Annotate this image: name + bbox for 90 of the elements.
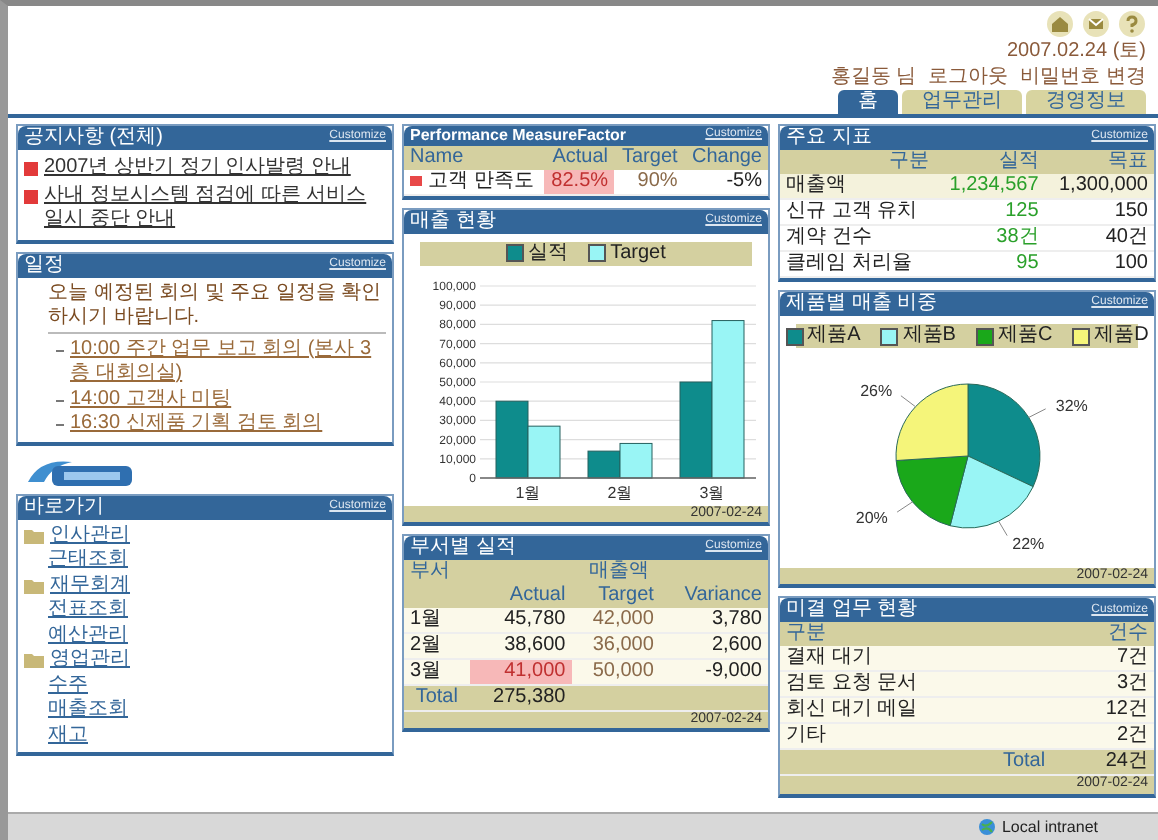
tab[interactable]: 업무관리 (902, 90, 1022, 114)
legend-label: 제품D (1094, 324, 1149, 348)
tab[interactable]: 홈 (838, 90, 898, 114)
panel-title: Performance MeasureFactor (410, 126, 627, 146)
link-group[interactable]: 영업관리 (50, 648, 130, 673)
folder-icon (24, 527, 44, 544)
table-cell: -5% (683, 169, 768, 195)
table-cell: 1월 (404, 607, 470, 633)
legend-label: 제품A (807, 324, 861, 348)
column-header: 목표 (1044, 150, 1154, 174)
table-cell: 36,000 (571, 632, 660, 659)
schedule-link[interactable]: 10:00 주간 업무 보고 회의 (본사 3층 대회의실) (70, 337, 386, 387)
axis-label: 3월 (698, 483, 724, 502)
panel-title: 주요 지표 (786, 126, 872, 150)
table-row[interactable]: 계약 건수 38건 40건 (780, 225, 1154, 251)
table-row[interactable]: 매출액 1,234,567 1,300,000 (780, 174, 1154, 199)
panel-title: 제품별 매출 비중 (786, 292, 938, 316)
table-cell: 45,780 (469, 607, 572, 633)
folder-icon (24, 577, 44, 594)
column-header: 건수 (1051, 622, 1154, 647)
quick-link[interactable]: 전표조회 (48, 598, 128, 623)
column-header: Target (614, 145, 684, 170)
mail-icon[interactable] (1082, 10, 1110, 38)
schedule-link[interactable]: 14:00 고객사 미팅 (70, 387, 232, 412)
table-cell: 82.5% (543, 169, 615, 195)
table-cell: 2월 (404, 632, 470, 659)
legend-label: 실적 (528, 241, 569, 266)
column-header: 실적 (935, 150, 1045, 174)
panel-title: 공지사항 (전체) (24, 126, 163, 150)
table-cell: 2,600 (659, 632, 768, 659)
folder-icon (24, 652, 44, 669)
schedule-link[interactable]: 16:30 신제품 기획 검토 회의 (70, 412, 323, 437)
table-cell: 38,600 (469, 632, 572, 659)
link-group[interactable]: 인사관리 (50, 523, 130, 548)
column-header: Name (404, 145, 544, 170)
axis-label: 1월 (514, 483, 540, 502)
column-header: Actual (469, 583, 572, 608)
table-row[interactable]: 클레임 처리율 95 100 (780, 251, 1154, 277)
column-header: 구분 (780, 622, 1052, 647)
notice-link[interactable]: 2007년 상반기 정기 인사발령 안내 (44, 156, 351, 181)
data-label: 20% (854, 509, 887, 528)
flag-icon (410, 175, 422, 186)
column-header: 매출액 (469, 559, 768, 584)
quick-link[interactable]: 근태조회 (48, 548, 128, 573)
quick-link[interactable]: 재고 (48, 723, 88, 748)
table-cell: 3,780 (659, 607, 768, 633)
legend-label: Target (610, 241, 666, 266)
total-label: Total (404, 684, 470, 711)
table-cell: 90% (614, 169, 684, 195)
quick-link[interactable]: 매출조회 (48, 698, 128, 723)
header-link[interactable]: 홍길동 님 (830, 66, 917, 90)
zone-text: Local intranet (1001, 817, 1098, 837)
bar (618, 442, 652, 478)
home-icon[interactable] (1046, 10, 1074, 38)
tab[interactable]: 경영정보 (1026, 90, 1146, 114)
table-row[interactable]: 신규 고객 유치 125 150 (780, 199, 1154, 225)
pie-slice (894, 383, 968, 461)
panel-title: 부서별 실적 (410, 535, 516, 560)
header-link[interactable]: 로그아웃 (928, 66, 1009, 90)
quick-link[interactable]: 수주 (48, 673, 88, 698)
help-icon[interactable] (1118, 10, 1146, 38)
header-link[interactable]: 비밀번호 변경 (1020, 66, 1146, 90)
panel-title: 미결 업무 현황 (786, 598, 918, 623)
data-label: 32% (1054, 396, 1087, 415)
axis-label: 2월 (606, 483, 632, 502)
column-header: 구분 (780, 150, 936, 174)
legend-label: 제품C (997, 324, 1053, 348)
quick-link[interactable]: 예산관리 (48, 623, 128, 648)
table-cell: 50,000 (571, 658, 660, 685)
data-label: 26% (859, 382, 892, 401)
schedule-intro: 오늘 예정된 회의 및 주요 일정을 확인하시기 바랍니다. (48, 281, 386, 333)
notice-link[interactable]: 사내 정보시스템 점검에 따른 서비스 일시 중단 안내 (44, 183, 386, 233)
column-header: 부서 (404, 559, 470, 584)
table-cell: 42,000 (571, 607, 660, 633)
link-group[interactable]: 재무회계 (50, 573, 130, 598)
total-value: 275,380 (469, 684, 572, 711)
column-header: Variance (659, 583, 768, 608)
bar (586, 449, 620, 478)
table-cell: 고객 만족도 (404, 169, 544, 195)
pie-slice (948, 455, 1033, 529)
panel-title: 일정 (24, 253, 64, 277)
table-cell: 41,000 (469, 658, 572, 685)
column-header: Target (571, 583, 660, 608)
panel-title: 바로가기 (24, 495, 104, 519)
data-label: 22% (1011, 534, 1044, 553)
date-text: 2007.02.24 (토) (1007, 40, 1146, 64)
panel-title: 매출 현황 (410, 209, 496, 234)
globe-icon (977, 818, 996, 836)
legend-label: 제품B (902, 324, 956, 348)
table-cell: -9,000 (659, 658, 768, 685)
